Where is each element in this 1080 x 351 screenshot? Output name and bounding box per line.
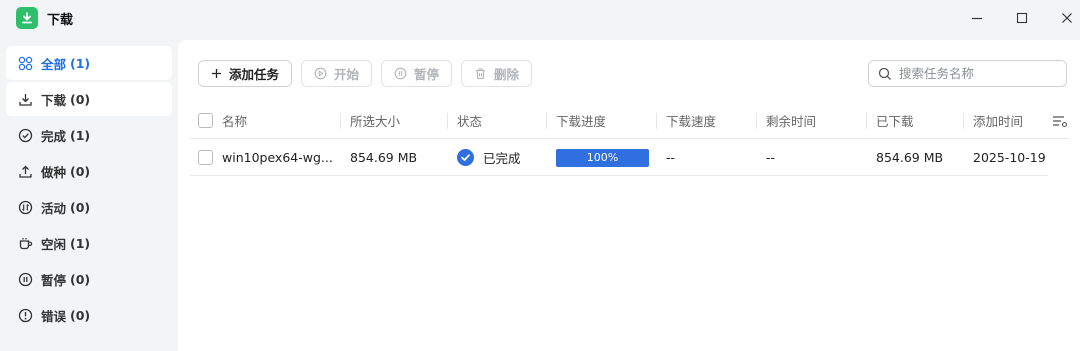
table-row[interactable]: win10pex64-wg... 854.69 MB 已完成 100% -- -… xyxy=(190,139,1048,176)
column-settings-icon[interactable] xyxy=(1052,102,1068,139)
pause-circle-icon xyxy=(17,271,33,287)
sidebar-item-active[interactable]: 活动 (0) xyxy=(6,190,172,224)
window-title: 下载 xyxy=(47,13,74,28)
search-input[interactable] xyxy=(899,66,1059,81)
add-task-button[interactable]: 添加任务 xyxy=(198,60,293,87)
sidebar-item-label: 完成 xyxy=(41,128,67,144)
search-box[interactable] xyxy=(868,60,1067,87)
trash-icon xyxy=(474,67,487,80)
task-table: 名称 所选大小 状态 下载进度 下载速度 剩余时间 已下载 添加时间 win10… xyxy=(190,102,1068,176)
table-header: 名称 所选大小 状态 下载进度 下载速度 剩余时间 已下载 添加时间 xyxy=(190,102,1068,139)
play-circle-icon xyxy=(314,67,327,80)
column-header-downloaded[interactable]: 已下载 xyxy=(876,102,914,139)
pause-label: 暂停 xyxy=(414,67,440,82)
progress-bar: 100% xyxy=(556,148,649,167)
title-bar: 下载 xyxy=(0,0,1080,38)
column-header-size[interactable]: 所选大小 xyxy=(350,102,400,139)
column-header-added[interactable]: 添加时间 xyxy=(973,102,1023,139)
task-name: win10pex64-wg... xyxy=(222,150,333,165)
task-downloaded: 854.69 MB xyxy=(876,150,944,165)
pause-circle-icon xyxy=(394,67,407,80)
delete-label: 删除 xyxy=(494,67,520,82)
select-all-checkbox[interactable] xyxy=(198,102,213,139)
start-button[interactable]: 开始 xyxy=(301,60,373,87)
close-button[interactable] xyxy=(1052,6,1080,30)
add-task-label: 添加任务 xyxy=(229,67,280,82)
pause-button[interactable]: 暂停 xyxy=(381,60,453,87)
maximize-button[interactable] xyxy=(1007,6,1037,30)
upload-icon xyxy=(17,163,33,179)
sidebar-item-label: 下载 xyxy=(41,92,67,108)
task-added-date: 2025-10-19 xyxy=(973,150,1046,165)
task-speed: -- xyxy=(666,150,676,165)
download-icon xyxy=(17,91,33,107)
sidebar-item-all[interactable]: 全部 (1) xyxy=(6,46,172,80)
sidebar-item-count: (1) xyxy=(70,235,91,251)
search-icon xyxy=(878,67,892,81)
task-remaining: -- xyxy=(766,150,776,165)
delete-button[interactable]: 删除 xyxy=(461,60,533,87)
sidebar-item-paused[interactable]: 暂停 (0) xyxy=(6,262,172,296)
sidebar-item-label: 暂停 xyxy=(41,272,67,288)
sidebar-item-label: 做种 xyxy=(41,164,67,180)
minimize-button[interactable] xyxy=(962,6,992,30)
grid-icon xyxy=(17,55,33,71)
column-header-remaining[interactable]: 剩余时间 xyxy=(766,102,816,139)
activity-icon xyxy=(17,199,33,215)
sidebar-item-count: (0) xyxy=(70,271,91,287)
completed-check-icon xyxy=(457,149,474,166)
status-text: 已完成 xyxy=(483,151,521,166)
sidebar-item-completed[interactable]: 完成 (1) xyxy=(6,118,172,152)
task-size: 854.69 MB xyxy=(350,150,418,165)
sidebar-item-seeding[interactable]: 做种 (0) xyxy=(6,154,172,188)
sidebar-item-count: (0) xyxy=(70,199,91,215)
sidebar-item-label: 全部 xyxy=(41,56,67,72)
download-app-icon xyxy=(16,7,38,29)
coffee-cup-icon xyxy=(17,235,33,251)
sidebar-item-count: (0) xyxy=(70,91,91,107)
task-status: 已完成 xyxy=(457,139,521,176)
row-checkbox[interactable] xyxy=(198,139,213,176)
sidebar: 全部 (1) 下载 (0) 完成 (1) 做种 (0) 活动 (0) 空闲 (1… xyxy=(6,46,172,334)
check-circle-icon xyxy=(17,127,33,143)
column-header-status[interactable]: 状态 xyxy=(457,102,482,139)
sidebar-item-downloading[interactable]: 下载 (0) xyxy=(6,82,172,116)
sidebar-item-count: (1) xyxy=(70,127,91,143)
plus-icon xyxy=(211,68,222,79)
sidebar-item-label: 活动 xyxy=(41,200,67,216)
sidebar-item-count: (0) xyxy=(70,307,91,323)
sidebar-item-count: (1) xyxy=(70,55,91,71)
task-progress: 100% xyxy=(556,139,649,176)
column-header-name[interactable]: 名称 xyxy=(222,102,247,139)
sidebar-item-label: 空闲 xyxy=(41,236,67,252)
column-header-speed[interactable]: 下载速度 xyxy=(666,102,716,139)
sidebar-item-label: 错误 xyxy=(41,308,67,324)
sidebar-item-count: (0) xyxy=(70,163,91,179)
column-header-progress[interactable]: 下载进度 xyxy=(556,102,606,139)
main-panel: 添加任务 开始 暂停 删除 名称 xyxy=(178,40,1080,351)
start-label: 开始 xyxy=(334,67,360,82)
toolbar: 添加任务 开始 暂停 删除 xyxy=(198,60,533,88)
sidebar-item-error[interactable]: 错误 (0) xyxy=(6,298,172,332)
sidebar-item-idle[interactable]: 空闲 (1) xyxy=(6,226,172,260)
error-circle-icon xyxy=(17,307,33,323)
